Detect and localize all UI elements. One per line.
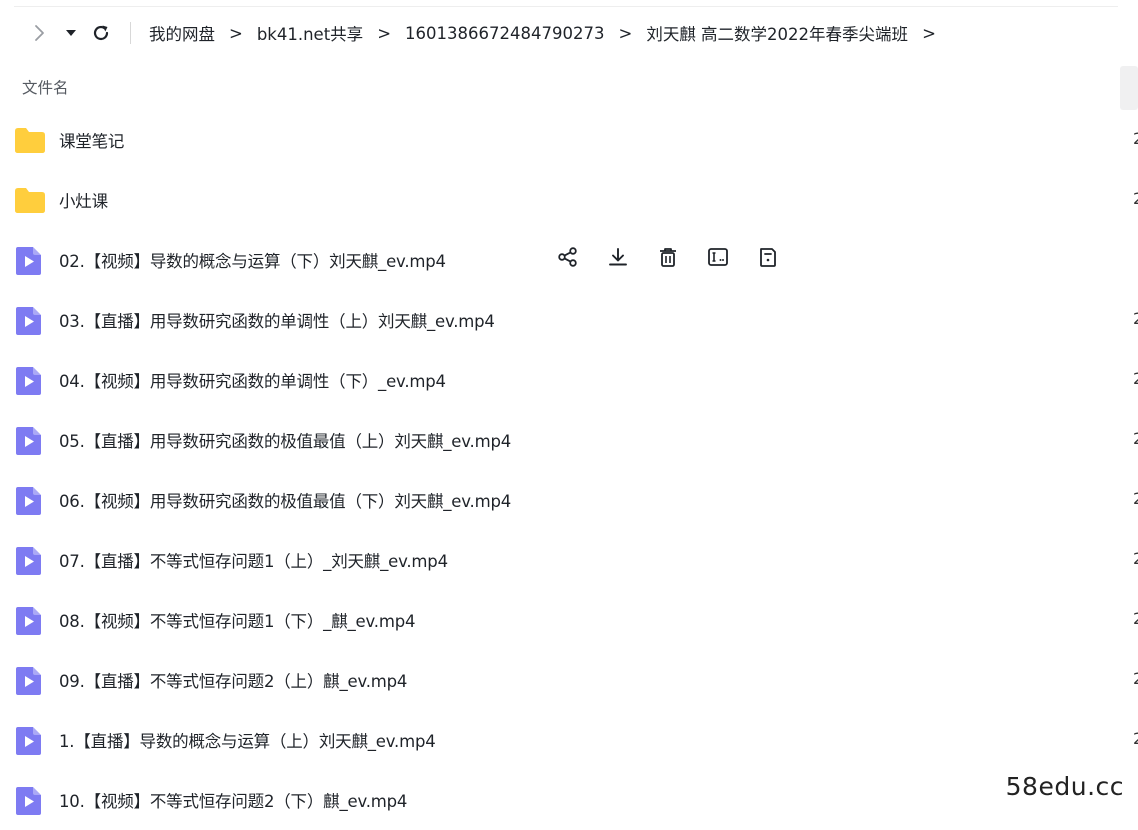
file-row[interactable]: 02.【视频】导数的概念与运算（下）刘天麒_ev.mp4 — [0, 230, 1118, 290]
folder-row[interactable]: 课堂笔记 2 — [0, 110, 1138, 170]
file-name[interactable]: 10.【视频】不等式恒存问题2（下）麒_ev.mp4 — [59, 788, 407, 812]
file-name[interactable]: 05.【直播】用导数研究函数的极值最值（上）刘天麒_ev.mp4 — [59, 428, 511, 452]
file-row[interactable]: 10.【视频】不等式恒存问题2（下）麒_ev.mp4 — [0, 770, 1118, 830]
video-file-icon — [14, 785, 44, 821]
share-icon — [557, 246, 579, 268]
row-hover-actions — [556, 245, 806, 273]
file-name[interactable]: 07.【直播】不等式恒存问题1（上）_刘天麒_ev.mp4 — [59, 548, 448, 572]
video-file-icon — [14, 545, 44, 581]
file-info-button[interactable] — [756, 245, 780, 269]
file-name[interactable]: 03.【直播】用导数研究函数的单调性（上）刘天麒_ev.mp4 — [59, 308, 495, 332]
file-name[interactable]: 06.【视频】用导数研究函数的极值最值（下）刘天麒_ev.mp4 — [59, 488, 511, 512]
refresh-icon[interactable] — [90, 22, 112, 44]
share-button[interactable] — [556, 245, 580, 269]
breadcrumb: 我的网盘 > bk41.net共享 > 1601386672484790273 … — [149, 21, 950, 45]
breadcrumb-item[interactable]: 刘天麒 高二数学2022年春季尖端班 — [646, 21, 908, 45]
file-name[interactable]: 课堂笔记 — [59, 128, 124, 152]
file-modified-partial: 2 — [1133, 189, 1138, 208]
file-row[interactable]: 1.【直播】导数的概念与运算（上）刘天麒_ev.mp4 2 — [0, 710, 1138, 770]
file-modified-partial: 2 — [1133, 549, 1138, 568]
video-file-icon — [14, 665, 44, 701]
file-modified-partial: 2 — [1133, 369, 1138, 388]
file-modified-partial: 2 — [1133, 129, 1138, 148]
file-name[interactable]: 小灶课 — [59, 188, 108, 212]
nav-separator — [130, 22, 131, 44]
watermark: 58edu.cc — [999, 772, 1130, 801]
file-modified-partial: 2 — [1133, 729, 1138, 748]
file-modified-partial: 2 — [1133, 309, 1138, 328]
file-modified-partial: 2 — [1133, 429, 1138, 448]
file-row[interactable]: 04.【视频】用导数研究函数的单调性（下）_ev.mp4 2 — [0, 350, 1138, 410]
file-name[interactable]: 02.【视频】导数的概念与运算（下）刘天麒_ev.mp4 — [59, 248, 446, 272]
video-file-icon — [14, 605, 44, 641]
file-name[interactable]: 04.【视频】用导数研究函数的单调性（下）_ev.mp4 — [59, 368, 446, 392]
more-info-icon — [757, 246, 779, 268]
file-modified-partial: 2 — [1133, 669, 1138, 688]
breadcrumb-item[interactable]: 1601386672484790273 — [405, 24, 604, 43]
breadcrumb-separator: > — [922, 23, 936, 43]
folder-icon — [14, 125, 46, 159]
file-row[interactable]: 03.【直播】用导数研究函数的单调性（上）刘天麒_ev.mp4 2 — [0, 290, 1138, 350]
top-navigation-bar: 我的网盘 > bk41.net共享 > 1601386672484790273 … — [0, 0, 1118, 66]
file-name[interactable]: 1.【直播】导数的概念与运算（上）刘天麒_ev.mp4 — [59, 728, 436, 752]
file-row[interactable]: 07.【直播】不等式恒存问题1（上）_刘天麒_ev.mp4 2 — [0, 530, 1138, 590]
breadcrumb-separator: > — [377, 23, 392, 43]
file-name[interactable]: 08.【视频】不等式恒存问题1（下）_麒_ev.mp4 — [59, 608, 415, 632]
file-modified-partial: 2 — [1133, 489, 1138, 508]
folder-icon — [14, 185, 46, 219]
back-chevron-icon[interactable] — [28, 22, 50, 44]
video-file-icon — [14, 725, 44, 761]
breadcrumb-separator: > — [229, 23, 243, 43]
file-row[interactable]: 06.【视频】用导数研究函数的极值最值（下）刘天麒_ev.mp4 2 — [0, 470, 1138, 530]
video-file-icon — [14, 425, 44, 461]
breadcrumb-separator: > — [618, 23, 633, 43]
file-row[interactable]: 08.【视频】不等式恒存问题1（下）_麒_ev.mp4 2 — [0, 590, 1138, 650]
history-dropdown-icon[interactable] — [64, 22, 78, 44]
column-header-filename[interactable]: 文件名 — [22, 76, 69, 98]
video-file-icon — [14, 365, 44, 401]
download-button[interactable] — [606, 245, 630, 269]
video-file-icon — [14, 305, 44, 341]
column-header-right-edge — [1120, 66, 1138, 110]
breadcrumb-item[interactable]: bk41.net共享 — [257, 21, 363, 45]
rename-button[interactable] — [706, 245, 730, 269]
top-divider — [14, 6, 1118, 7]
file-row[interactable]: 05.【直播】用导数研究函数的极值最值（上）刘天麒_ev.mp4 2 — [0, 410, 1138, 470]
download-icon — [607, 246, 629, 268]
folder-row[interactable]: 小灶课 2 — [0, 170, 1138, 230]
file-name[interactable]: 09.【直播】不等式恒存问题2（上）麒_ev.mp4 — [59, 668, 407, 692]
file-modified-partial: 2 — [1133, 609, 1138, 628]
breadcrumb-item[interactable]: 我的网盘 — [149, 21, 215, 45]
delete-button[interactable] — [656, 245, 680, 269]
video-file-icon — [14, 245, 44, 281]
delete-icon — [657, 246, 679, 268]
file-row[interactable]: 09.【直播】不等式恒存问题2（上）麒_ev.mp4 2 — [0, 650, 1138, 710]
video-file-icon — [14, 485, 44, 521]
rename-icon — [707, 246, 729, 268]
